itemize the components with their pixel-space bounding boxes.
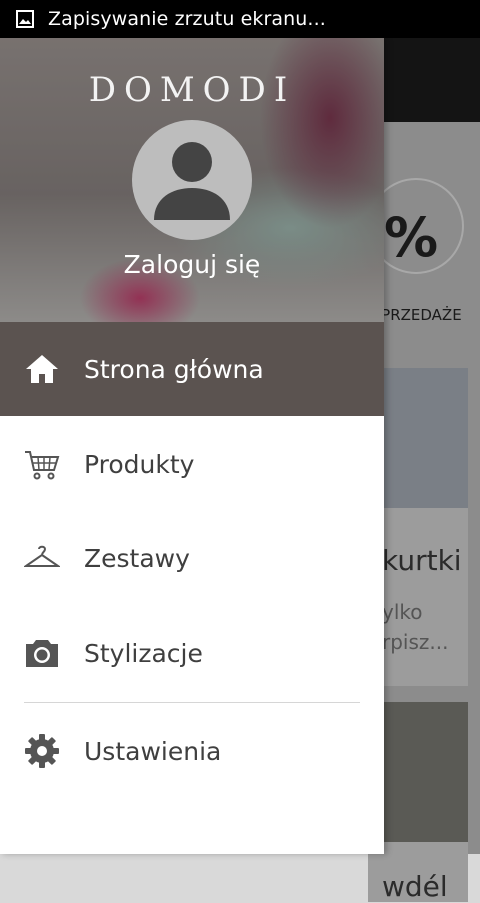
brand-logo: DOMODI (88, 70, 296, 110)
gear-icon (24, 733, 60, 769)
menu-item-label: Stylizacje (84, 638, 203, 668)
menu-item-home[interactable]: Strona główna (0, 322, 384, 416)
percent-icon: % (384, 206, 439, 269)
product-card-title: wdél (382, 870, 448, 903)
menu-item-stylings[interactable]: Stylizacje (0, 606, 384, 700)
menu-item-products[interactable]: Produkty (0, 417, 384, 511)
sale-category-label: YPRZEDAŻE (372, 306, 462, 324)
hanger-icon (24, 540, 60, 576)
product-card-title: kurtki (382, 544, 462, 577)
menu-item-settings[interactable]: Ustawienia (0, 704, 384, 798)
product-image (372, 702, 468, 842)
drawer-header: DOMODI Zaloguj się (0, 38, 384, 322)
menu-item-sets[interactable]: Zestawy (0, 511, 384, 605)
login-link[interactable]: Zaloguj się (0, 250, 384, 279)
status-bar: Zapisywanie zrzutu ekranu... (0, 0, 480, 38)
menu-item-label: Zestawy (84, 543, 190, 573)
avatar[interactable] (132, 120, 252, 240)
navigation-drawer: DOMODI Zaloguj się Strona główna Produkt… (0, 38, 384, 854)
product-card-subtitle: ylko (382, 600, 423, 624)
product-image (372, 368, 468, 508)
menu-divider (24, 702, 360, 703)
product-card-subtitle-2: rpisz... (382, 630, 449, 654)
person-icon (154, 142, 230, 220)
image-icon (16, 10, 34, 28)
home-icon (24, 351, 60, 387)
menu-item-label: Strona główna (84, 354, 264, 384)
menu-item-label: Ustawienia (84, 736, 222, 766)
menu-item-label: Produkty (84, 449, 195, 479)
camera-icon (24, 635, 60, 671)
cart-icon (24, 446, 60, 482)
status-notification: Zapisywanie zrzutu ekranu... (48, 8, 326, 30)
